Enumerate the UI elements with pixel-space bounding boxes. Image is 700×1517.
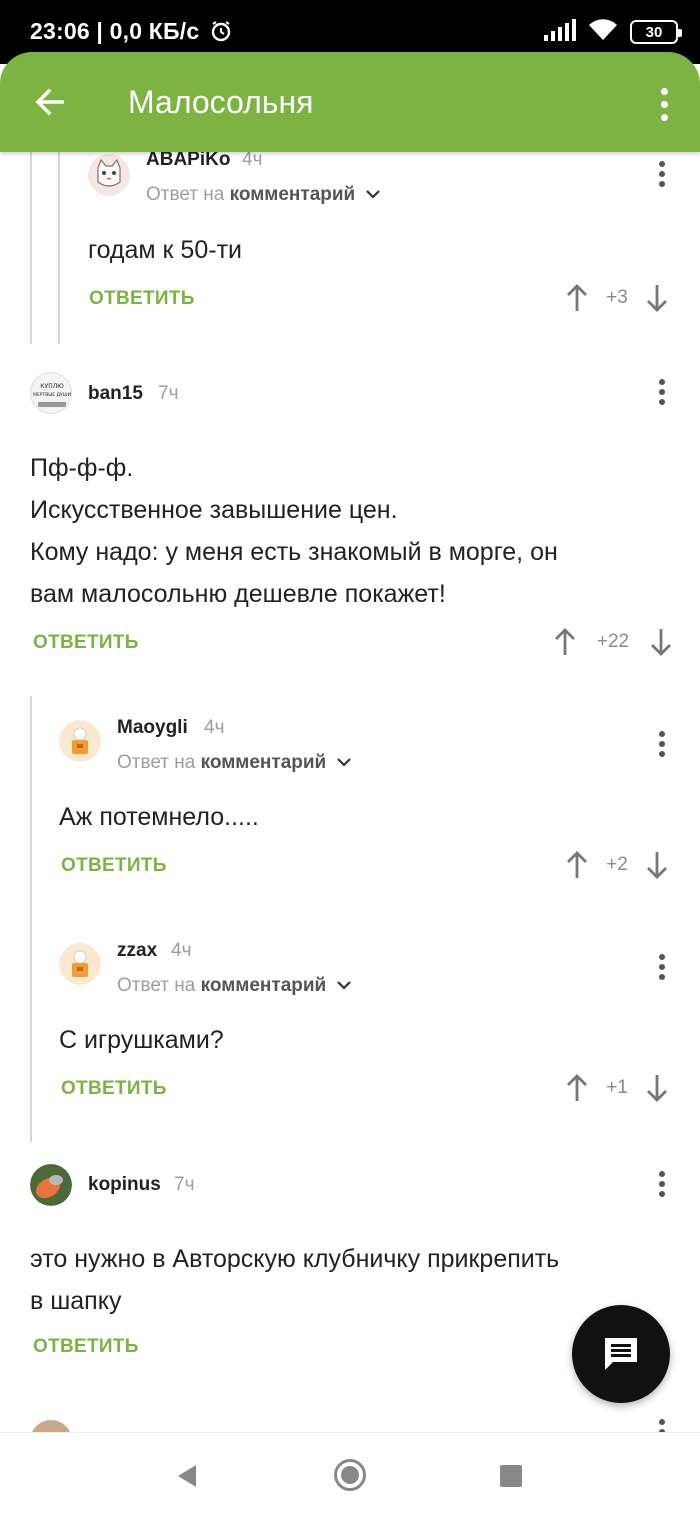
username[interactable]: ban15 (88, 383, 143, 405)
vote-controls: +22 (550, 624, 676, 660)
chevron-down-icon (336, 758, 351, 767)
status-time-text: 23:06 | 0,0 КБ/с (30, 18, 200, 44)
comment-text: Пф-ф-ф. Искусственное завышение цен. Ком… (30, 447, 690, 615)
comment-menu-button[interactable] (652, 1414, 672, 1432)
vote-controls: +2 (562, 847, 672, 883)
upvote-button[interactable] (562, 847, 592, 883)
comment-time: 4ч (242, 152, 263, 170)
username[interactable]: kopinus (88, 1174, 161, 1196)
comment-text: это нужно в Авторскую клубничку прикрепи… (30, 1238, 690, 1322)
add-comment-button[interactable] (572, 1305, 670, 1403)
chevron-down-icon (365, 190, 380, 199)
arrow-down-icon (647, 285, 667, 312)
app-bar: Малосольня (0, 52, 700, 152)
avatar[interactable] (88, 154, 130, 196)
downvote-button[interactable] (642, 847, 672, 883)
comments-list: ABAPiKo 4ч Ответ на комментарий годам к … (0, 152, 700, 1432)
username[interactable]: ABAPiKo (146, 152, 230, 171)
comment-time: 4ч (171, 940, 192, 961)
username[interactable]: zzax (117, 940, 157, 962)
comment-text: С игрушками? (59, 1026, 224, 1054)
comment-item: zzax 4ч Ответ на комментарий С игрушками… (0, 937, 700, 1137)
svg-text:КУПЛЮ: КУПЛЮ (40, 383, 64, 390)
upvote-button[interactable] (562, 280, 592, 316)
reply-to-label: Ответ на (117, 752, 196, 773)
back-button[interactable] (30, 82, 70, 122)
reply-button[interactable]: ОТВЕТИТЬ (61, 855, 167, 877)
arrow-left-icon (35, 88, 64, 116)
more-vert-icon[interactable] (654, 84, 674, 124)
alarm-icon (210, 20, 232, 48)
vote-score: +2 (606, 854, 628, 875)
downvote-button[interactable] (646, 624, 676, 660)
comment-menu-button[interactable] (652, 1166, 672, 1202)
nav-home-button[interactable] (334, 1459, 366, 1491)
svg-text:МЕРТВЫЕ ДУШИ: МЕРТВЫЕ ДУШИ (33, 392, 71, 398)
nav-recents-button[interactable] (500, 1465, 522, 1487)
comment-menu-button[interactable] (652, 156, 672, 192)
wifi-icon (588, 18, 618, 47)
reply-button[interactable]: ОТВЕТИТЬ (33, 1336, 139, 1358)
arrow-down-icon (647, 852, 667, 879)
arrow-up-icon (567, 1074, 587, 1101)
upvote-button[interactable] (550, 624, 580, 660)
page-title: Малосольня (128, 84, 314, 120)
system-nav-bar (0, 1432, 700, 1517)
comment-text-line: это нужно в Авторскую клубничку прикрепи… (30, 1245, 560, 1273)
chevron-down-icon (336, 981, 351, 990)
downvote-button[interactable] (642, 1070, 672, 1106)
signal-icon (544, 18, 576, 46)
status-time: 23:06 | 0,0 КБ/с (30, 18, 232, 48)
battery-level: 30 (645, 23, 663, 41)
upvote-button[interactable] (562, 1070, 592, 1106)
comment-text-line: Пф-ф-ф. (30, 454, 134, 482)
battery-icon: 30 (630, 20, 682, 44)
comment-time: 4ч (204, 717, 225, 738)
avatar[interactable] (59, 720, 101, 762)
arrow-up-icon (567, 284, 587, 311)
avatar[interactable] (59, 943, 101, 985)
reply-button[interactable]: ОТВЕТИТЬ (89, 288, 195, 310)
comment-text-line: вам малосольню дешевле покажет! (30, 580, 446, 608)
avatar[interactable]: КУПЛЮ МЕРТВЫЕ ДУШИ (30, 372, 72, 414)
vote-controls: +3 (562, 280, 672, 316)
reply-to-link[interactable]: Ответ на комментарий (117, 752, 352, 774)
vote-score: +22 (596, 631, 630, 652)
reply-to-label: Ответ на (146, 184, 225, 205)
reply-button[interactable]: ОТВЕТИТЬ (33, 632, 139, 654)
comment-item: Maoygli 4ч Ответ на комментарий Аж потем… (0, 714, 700, 914)
reply-button[interactable]: ОТВЕТИТЬ (61, 1078, 167, 1100)
vote-score: +1 (606, 1077, 628, 1098)
reply-to-target: комментарий (200, 975, 327, 996)
arrow-up-icon (555, 628, 575, 655)
comment-text: годам к 50-ти (88, 236, 242, 264)
triangle-back-icon (178, 1465, 196, 1487)
comment-item: КУПЛЮ МЕРТВЫЕ ДУШИ ban15 7ч Пф-ф-ф. Искус… (0, 370, 700, 670)
vote-score: +3 (606, 287, 628, 308)
comment-time: 7ч (158, 383, 179, 404)
arrow-down-icon (651, 629, 671, 656)
reply-to-target: комментарий (200, 752, 327, 773)
comment-text: Аж потемнело..... (59, 803, 259, 831)
comment-text-line: Кому надо: у меня есть знакомый в морге,… (30, 538, 558, 566)
status-icons: 30 (544, 18, 682, 47)
arrow-down-icon (647, 1075, 667, 1102)
reply-to-label: Ответ на (117, 975, 196, 996)
username[interactable]: Maoygli (117, 717, 188, 739)
nav-back-button[interactable] (176, 1463, 198, 1494)
comment-menu-button[interactable] (652, 374, 672, 410)
vote-controls: +1 (562, 1070, 672, 1106)
reply-to-link[interactable]: Ответ на комментарий (146, 184, 381, 206)
comment-text-line: Искусственное завышение цен. (30, 496, 398, 524)
reply-to-link[interactable]: Ответ на комментарий (117, 975, 352, 997)
reply-to-target: комментарий (229, 184, 356, 205)
downvote-button[interactable] (642, 280, 672, 316)
comment-time: 7ч (174, 1174, 195, 1195)
comment-menu-button[interactable] (652, 726, 672, 762)
comment-menu-button[interactable] (652, 949, 672, 985)
arrow-up-icon (567, 851, 587, 878)
comment-item: ABAPiKo 4ч Ответ на комментарий годам к … (0, 152, 700, 344)
avatar[interactable] (30, 1164, 72, 1206)
comment-icon (605, 1338, 637, 1370)
